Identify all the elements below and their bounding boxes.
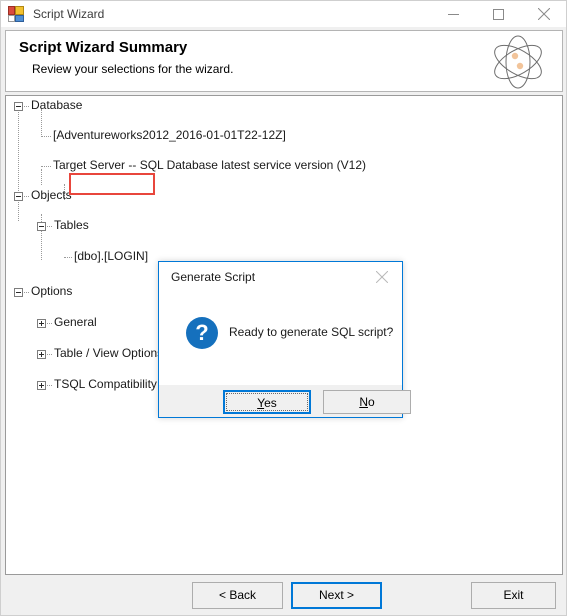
collapse-toggle-icon[interactable] [14, 102, 23, 111]
next-button[interactable]: Next > [291, 582, 382, 609]
question-mark-icon: ? [186, 317, 218, 349]
generate-script-dialog: Generate Script ? Ready to generate SQL … [158, 261, 411, 418]
summary-tree: Database [Adventureworks2012_2016-01-01T… [6, 98, 562, 391]
no-rest: o [367, 395, 375, 409]
yes-button[interactable]: Yes [223, 390, 311, 414]
close-icon[interactable] [521, 1, 566, 27]
close-icon[interactable] [362, 262, 402, 292]
tree-connector [24, 196, 29, 198]
exit-button[interactable]: Exit [471, 582, 556, 609]
tree-node-label: Database [31, 98, 83, 112]
tree-node-database[interactable]: Database [6, 98, 562, 114]
window-controls [431, 1, 566, 27]
tree-node-target-server[interactable]: Target Server -- SQL Database latest ser… [6, 158, 562, 174]
form-designer-icon [8, 6, 24, 22]
no-accel: N [359, 395, 368, 409]
script-wizard-window: Script Wizard Script Wizard Summary Revi… [0, 0, 567, 616]
tree-connector [41, 166, 51, 168]
expand-toggle-icon[interactable] [37, 350, 46, 359]
tree-connector [47, 323, 52, 325]
no-button[interactable]: No [323, 390, 411, 414]
back-button[interactable]: < Back [192, 582, 283, 609]
tree-connector [41, 136, 51, 138]
minimize-icon[interactable] [431, 1, 476, 27]
title-bar: Script Wizard [1, 1, 566, 27]
window-title: Script Wizard [33, 7, 105, 21]
atom-icon [482, 34, 554, 90]
dialog-title-bar: Generate Script [159, 262, 402, 293]
tree-connector [64, 257, 72, 259]
dialog-body: ? Ready to generate SQL script? [159, 293, 402, 385]
dialog-message: Ready to generate SQL script? [229, 325, 394, 339]
tree-node-objects[interactable]: Objects [6, 188, 562, 204]
tree-connector [47, 226, 52, 228]
collapse-toggle-icon[interactable] [37, 222, 46, 231]
tree-node-label: Table / View Options [54, 346, 164, 360]
tree-node-label: General [54, 315, 97, 329]
tree-node-label: Objects [31, 188, 72, 202]
tree-node-label: [dbo].[LOGIN] [74, 249, 149, 263]
dialog-title: Generate Script [171, 270, 256, 284]
tree-node-database-name[interactable]: [Adventureworks2012_2016-01-01T22-12Z] [6, 128, 562, 144]
tree-connector [47, 385, 52, 387]
focus-ring: Yes [226, 393, 308, 411]
tree-node-label: Tables [54, 218, 89, 232]
header-banner: Script Wizard Summary Review your select… [5, 30, 563, 92]
collapse-toggle-icon[interactable] [14, 192, 23, 201]
tree-connector [24, 292, 29, 294]
yes-rest: es [264, 396, 277, 410]
page-title: Script Wizard Summary [19, 39, 188, 56]
tree-node-tables[interactable]: Tables [6, 218, 562, 234]
tree-node-label: Target Server -- SQL Database latest ser… [53, 158, 367, 172]
tree-node-label: [Adventureworks2012_2016-01-01T22-12Z] [53, 128, 286, 142]
expand-toggle-icon[interactable] [37, 381, 46, 390]
tree-connector [24, 106, 29, 108]
tree-connector [47, 354, 52, 356]
dialog-footer: Yes No [159, 385, 411, 417]
expand-toggle-icon[interactable] [37, 319, 46, 328]
tree-node-label: Options [31, 284, 73, 298]
wizard-footer: < Back Next > Exit [1, 575, 566, 615]
collapse-toggle-icon[interactable] [14, 288, 23, 297]
maximize-icon[interactable] [476, 1, 521, 27]
page-subtitle: Review your selections for the wizard. [32, 62, 234, 76]
